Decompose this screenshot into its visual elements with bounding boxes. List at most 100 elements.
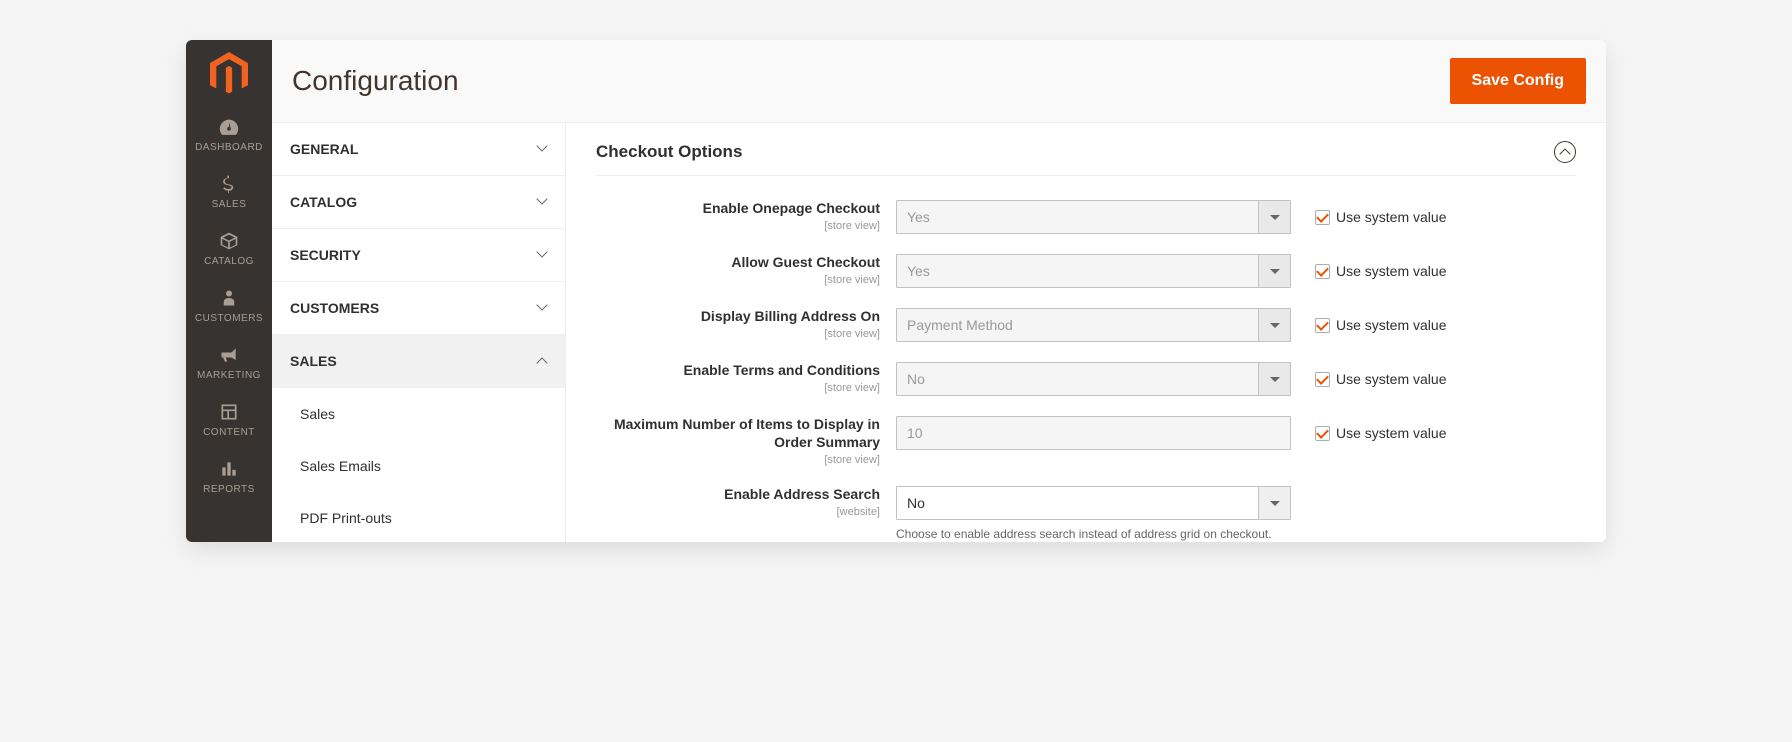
sidebar-item-content[interactable]: CONTENT: [186, 391, 272, 448]
person-icon: [218, 287, 240, 309]
config-group-general[interactable]: GENERAL: [272, 123, 565, 176]
max-items-input: [896, 416, 1291, 450]
topbar: Configuration Save Config: [272, 40, 1606, 123]
checkbox-label: Use system value: [1336, 263, 1446, 279]
config-group-label: CUSTOMERS: [290, 300, 379, 316]
billing-use-system-checkbox[interactable]: [1315, 318, 1330, 333]
sidebar: DASHBOARD SALES CATALOG CUSTOMERS MARKET…: [186, 40, 272, 542]
field-checkbox-col: Use system value: [1291, 362, 1446, 396]
field-scope: [website]: [596, 506, 880, 518]
field-input-col: No Choose to enable address search inste…: [896, 486, 1291, 542]
config-subitem-sales[interactable]: Sales: [272, 388, 565, 440]
config-group-security[interactable]: SECURITY: [272, 229, 565, 282]
field-label-col: Enable Terms and Conditions [store view]: [596, 362, 896, 394]
select-value: Payment Method: [897, 309, 1258, 341]
settings-panel: Checkout Options Enable Onepage Checkout…: [566, 123, 1606, 542]
field-label: Enable Onepage Checkout: [703, 200, 880, 216]
select-value: No: [897, 487, 1258, 519]
layout-icon: [218, 401, 240, 423]
select-value: Yes: [897, 255, 1258, 287]
checkbox-label: Use system value: [1336, 317, 1446, 333]
field-label-col: Enable Onepage Checkout [store view]: [596, 200, 896, 232]
field-label: Enable Address Search: [724, 486, 880, 502]
checkbox-label: Use system value: [1336, 425, 1446, 441]
max-items-use-system-checkbox[interactable]: [1315, 426, 1330, 441]
save-config-button[interactable]: Save Config: [1450, 58, 1586, 104]
dropdown-arrow-icon: [1258, 309, 1290, 341]
dropdown-arrow-icon: [1258, 201, 1290, 233]
page-title: Configuration: [292, 65, 459, 97]
field-input-col: No: [896, 362, 1291, 396]
select-value: Yes: [897, 201, 1258, 233]
chevron-down-icon: [537, 144, 547, 154]
megaphone-icon: [218, 344, 240, 366]
sidebar-item-catalog[interactable]: CATALOG: [186, 220, 272, 277]
address-search-select[interactable]: No: [896, 486, 1291, 520]
field-input-col: Yes: [896, 254, 1291, 288]
config-group-label: SECURITY: [290, 247, 361, 263]
field-help-text: Choose to enable address search instead …: [896, 526, 1291, 542]
dropdown-arrow-icon: [1258, 255, 1290, 287]
field-checkbox-col: Use system value: [1291, 308, 1446, 342]
sidebar-item-reports[interactable]: REPORTS: [186, 448, 272, 505]
config-group-label: CATALOG: [290, 194, 357, 210]
field-row-max-items: Maximum Number of Items to Display in Or…: [596, 416, 1576, 466]
collapse-section-button[interactable]: [1554, 141, 1576, 163]
chevron-down-icon: [537, 250, 547, 260]
content: GENERAL CATALOG SECURITY CUSTOMERS SALES: [272, 123, 1606, 542]
sidebar-item-dashboard[interactable]: DASHBOARD: [186, 106, 272, 163]
chevron-down-icon: [537, 197, 547, 207]
field-scope: [store view]: [596, 220, 880, 232]
field-label-col: Allow Guest Checkout [store view]: [596, 254, 896, 286]
terms-select: No: [896, 362, 1291, 396]
terms-use-system-checkbox[interactable]: [1315, 372, 1330, 387]
section-title: Checkout Options: [596, 142, 742, 162]
field-row-guest: Allow Guest Checkout [store view] Yes Us…: [596, 254, 1576, 288]
sidebar-item-label: DASHBOARD: [195, 142, 263, 153]
sidebar-item-customers[interactable]: CUSTOMERS: [186, 277, 272, 334]
sidebar-item-label: CATALOG: [204, 256, 254, 267]
app-window: DASHBOARD SALES CATALOG CUSTOMERS MARKET…: [186, 40, 1606, 542]
guest-select: Yes: [896, 254, 1291, 288]
config-group-label: SALES: [290, 353, 337, 369]
sidebar-item-marketing[interactable]: MARKETING: [186, 334, 272, 391]
select-value: No: [897, 363, 1258, 395]
field-scope: [store view]: [596, 382, 880, 394]
sidebar-item-label: CONTENT: [203, 427, 255, 438]
field-checkbox-col: Use system value: [1291, 254, 1446, 288]
magento-logo-icon: [210, 52, 248, 90]
checkbox-label: Use system value: [1336, 209, 1446, 225]
checkbox-label: Use system value: [1336, 371, 1446, 387]
field-label: Maximum Number of Items to Display in Or…: [614, 416, 880, 450]
billing-select: Payment Method: [896, 308, 1291, 342]
sidebar-item-sales[interactable]: SALES: [186, 163, 272, 220]
field-scope: [store view]: [596, 274, 880, 286]
field-row-onepage: Enable Onepage Checkout [store view] Yes…: [596, 200, 1576, 234]
chevron-up-icon: [537, 356, 547, 366]
config-group-sales[interactable]: SALES: [272, 335, 565, 388]
bar-chart-icon: [218, 458, 240, 480]
config-group-catalog[interactable]: CATALOG: [272, 176, 565, 229]
section-header: Checkout Options: [596, 141, 1576, 176]
field-scope: [store view]: [596, 328, 880, 340]
dropdown-arrow-icon: [1258, 487, 1290, 519]
field-label: Enable Terms and Conditions: [683, 362, 880, 378]
guest-use-system-checkbox[interactable]: [1315, 264, 1330, 279]
field-label-col: Display Billing Address On [store view]: [596, 308, 896, 340]
config-group-customers[interactable]: CUSTOMERS: [272, 282, 565, 335]
gauge-icon: [218, 116, 240, 138]
config-subitem-sales-emails[interactable]: Sales Emails: [272, 440, 565, 492]
field-row-address-search: Enable Address Search [website] No Choos…: [596, 486, 1576, 542]
field-checkbox-col: Use system value: [1291, 200, 1446, 234]
config-subitem-pdf-printouts[interactable]: PDF Print-outs: [272, 492, 565, 542]
sidebar-item-label: SALES: [212, 199, 247, 210]
field-label: Allow Guest Checkout: [731, 254, 880, 270]
field-label: Display Billing Address On: [701, 308, 880, 324]
field-input-col: [896, 416, 1291, 450]
field-checkbox-col: Use system value: [1291, 416, 1446, 450]
box-icon: [218, 230, 240, 252]
sidebar-item-label: CUSTOMERS: [195, 313, 263, 324]
dropdown-arrow-icon: [1258, 363, 1290, 395]
onepage-use-system-checkbox[interactable]: [1315, 210, 1330, 225]
field-scope: [store view]: [596, 454, 880, 466]
